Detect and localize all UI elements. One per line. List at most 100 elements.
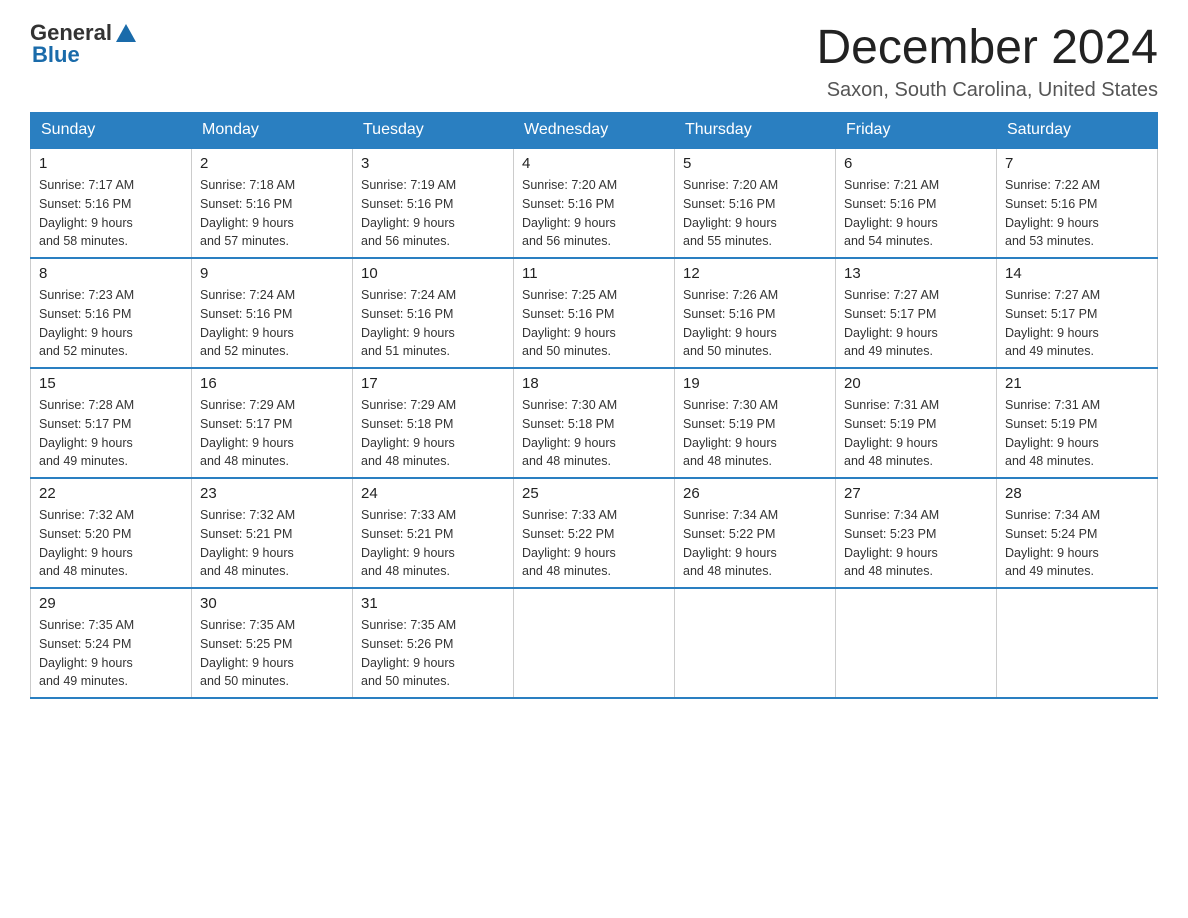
day-number: 30 [200,595,344,612]
day-number: 31 [361,595,505,612]
daylight-minutes: and 53 minutes. [1005,234,1094,248]
day-info: Sunrise: 7:33 AM Sunset: 5:22 PM Dayligh… [522,506,666,581]
day-number: 27 [844,485,988,502]
daylight-minutes: and 49 minutes. [1005,344,1094,358]
logo-text-blue: Blue [32,42,80,68]
calendar-day-cell: 30 Sunrise: 7:35 AM Sunset: 5:25 PM Dayl… [192,588,353,698]
sunset-label: Sunset: 5:22 PM [522,527,614,541]
day-info: Sunrise: 7:24 AM Sunset: 5:16 PM Dayligh… [361,286,505,361]
daylight-label: Daylight: 9 hours [1005,216,1099,230]
sunset-label: Sunset: 5:18 PM [361,417,453,431]
day-number: 5 [683,155,827,172]
daylight-minutes: and 51 minutes. [361,344,450,358]
sunrise-label: Sunrise: 7:27 AM [844,288,939,302]
calendar-week-row: 1 Sunrise: 7:17 AM Sunset: 5:16 PM Dayli… [31,148,1158,258]
calendar-table: SundayMondayTuesdayWednesdayThursdayFrid… [30,112,1158,699]
sunrise-label: Sunrise: 7:29 AM [200,398,295,412]
calendar-day-cell: 19 Sunrise: 7:30 AM Sunset: 5:19 PM Dayl… [675,368,836,478]
day-info: Sunrise: 7:20 AM Sunset: 5:16 PM Dayligh… [522,176,666,251]
day-number: 25 [522,485,666,502]
daylight-minutes: and 57 minutes. [200,234,289,248]
sunrise-label: Sunrise: 7:30 AM [683,398,778,412]
sunset-label: Sunset: 5:16 PM [1005,197,1097,211]
daylight-label: Daylight: 9 hours [844,326,938,340]
daylight-label: Daylight: 9 hours [361,326,455,340]
sunrise-label: Sunrise: 7:32 AM [200,508,295,522]
day-info: Sunrise: 7:19 AM Sunset: 5:16 PM Dayligh… [361,176,505,251]
day-number: 16 [200,375,344,392]
day-info: Sunrise: 7:31 AM Sunset: 5:19 PM Dayligh… [1005,396,1149,471]
daylight-label: Daylight: 9 hours [200,326,294,340]
sunrise-label: Sunrise: 7:18 AM [200,178,295,192]
calendar-day-cell: 13 Sunrise: 7:27 AM Sunset: 5:17 PM Dayl… [836,258,997,368]
sunset-label: Sunset: 5:16 PM [361,307,453,321]
daylight-label: Daylight: 9 hours [522,326,616,340]
daylight-minutes: and 48 minutes. [361,454,450,468]
day-number: 6 [844,155,988,172]
sunrise-label: Sunrise: 7:23 AM [39,288,134,302]
calendar-day-cell: 18 Sunrise: 7:30 AM Sunset: 5:18 PM Dayl… [514,368,675,478]
sunset-label: Sunset: 5:16 PM [39,197,131,211]
daylight-minutes: and 55 minutes. [683,234,772,248]
day-number: 24 [361,485,505,502]
calendar-day-cell: 8 Sunrise: 7:23 AM Sunset: 5:16 PM Dayli… [31,258,192,368]
calendar-day-cell: 15 Sunrise: 7:28 AM Sunset: 5:17 PM Dayl… [31,368,192,478]
logo-triangle-icon [116,24,136,42]
weekday-header-friday: Friday [836,113,997,149]
daylight-label: Daylight: 9 hours [683,436,777,450]
location: Saxon, South Carolina, United States [816,79,1158,102]
day-info: Sunrise: 7:35 AM Sunset: 5:24 PM Dayligh… [39,616,183,691]
sunset-label: Sunset: 5:26 PM [361,637,453,651]
daylight-minutes: and 52 minutes. [200,344,289,358]
sunrise-label: Sunrise: 7:19 AM [361,178,456,192]
sunrise-label: Sunrise: 7:35 AM [39,618,134,632]
calendar-day-cell: 5 Sunrise: 7:20 AM Sunset: 5:16 PM Dayli… [675,148,836,258]
day-info: Sunrise: 7:34 AM Sunset: 5:22 PM Dayligh… [683,506,827,581]
day-info: Sunrise: 7:35 AM Sunset: 5:26 PM Dayligh… [361,616,505,691]
sunrise-label: Sunrise: 7:33 AM [361,508,456,522]
daylight-minutes: and 48 minutes. [683,564,772,578]
sunset-label: Sunset: 5:16 PM [522,307,614,321]
day-number: 1 [39,155,183,172]
sunrise-label: Sunrise: 7:17 AM [39,178,134,192]
day-number: 14 [1005,265,1149,282]
daylight-label: Daylight: 9 hours [1005,546,1099,560]
sunrise-label: Sunrise: 7:34 AM [844,508,939,522]
day-number: 9 [200,265,344,282]
calendar-day-cell: 31 Sunrise: 7:35 AM Sunset: 5:26 PM Dayl… [353,588,514,698]
sunrise-label: Sunrise: 7:25 AM [522,288,617,302]
daylight-label: Daylight: 9 hours [200,216,294,230]
daylight-label: Daylight: 9 hours [39,216,133,230]
sunrise-label: Sunrise: 7:20 AM [522,178,617,192]
day-number: 26 [683,485,827,502]
daylight-label: Daylight: 9 hours [361,546,455,560]
day-info: Sunrise: 7:32 AM Sunset: 5:20 PM Dayligh… [39,506,183,581]
day-number: 21 [1005,375,1149,392]
sunset-label: Sunset: 5:18 PM [522,417,614,431]
weekday-header-wednesday: Wednesday [514,113,675,149]
sunset-label: Sunset: 5:17 PM [39,417,131,431]
weekday-header-monday: Monday [192,113,353,149]
sunset-label: Sunset: 5:17 PM [844,307,936,321]
day-number: 12 [683,265,827,282]
day-info: Sunrise: 7:26 AM Sunset: 5:16 PM Dayligh… [683,286,827,361]
sunrise-label: Sunrise: 7:27 AM [1005,288,1100,302]
sunrise-label: Sunrise: 7:24 AM [361,288,456,302]
calendar-day-cell: 14 Sunrise: 7:27 AM Sunset: 5:17 PM Dayl… [997,258,1158,368]
calendar-day-cell: 7 Sunrise: 7:22 AM Sunset: 5:16 PM Dayli… [997,148,1158,258]
day-info: Sunrise: 7:32 AM Sunset: 5:21 PM Dayligh… [200,506,344,581]
daylight-minutes: and 48 minutes. [683,454,772,468]
sunset-label: Sunset: 5:24 PM [1005,527,1097,541]
day-info: Sunrise: 7:27 AM Sunset: 5:17 PM Dayligh… [1005,286,1149,361]
sunrise-label: Sunrise: 7:24 AM [200,288,295,302]
day-number: 11 [522,265,666,282]
calendar-day-cell: 2 Sunrise: 7:18 AM Sunset: 5:16 PM Dayli… [192,148,353,258]
daylight-minutes: and 48 minutes. [522,564,611,578]
day-info: Sunrise: 7:21 AM Sunset: 5:16 PM Dayligh… [844,176,988,251]
calendar-day-cell: 21 Sunrise: 7:31 AM Sunset: 5:19 PM Dayl… [997,368,1158,478]
calendar-week-row: 22 Sunrise: 7:32 AM Sunset: 5:20 PM Dayl… [31,478,1158,588]
sunrise-label: Sunrise: 7:31 AM [844,398,939,412]
calendar-week-row: 15 Sunrise: 7:28 AM Sunset: 5:17 PM Dayl… [31,368,1158,478]
day-number: 8 [39,265,183,282]
day-number: 19 [683,375,827,392]
